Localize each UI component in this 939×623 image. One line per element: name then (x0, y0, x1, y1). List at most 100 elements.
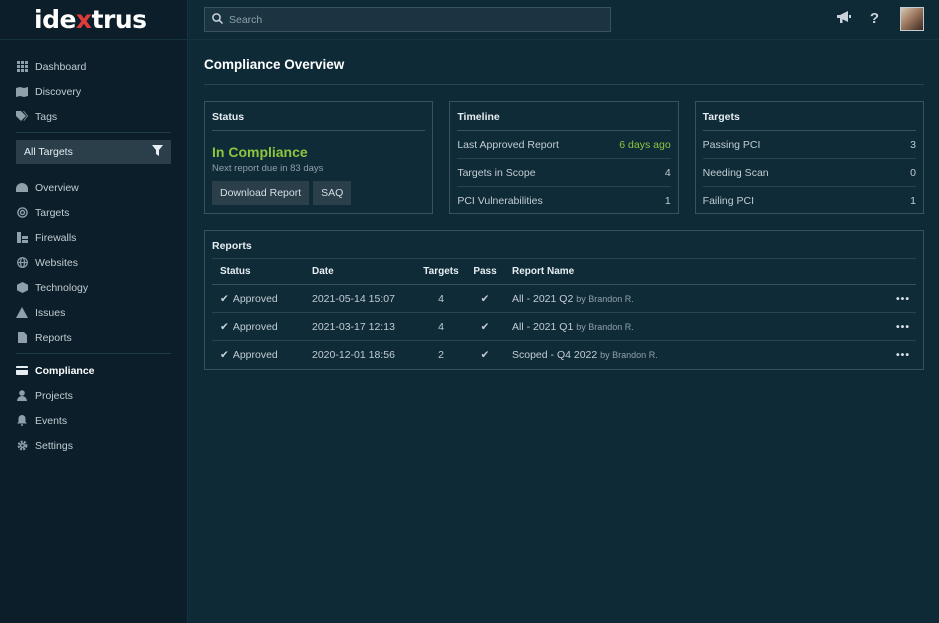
reports-table: Status Date Targets Pass Report Name ✔ Ap… (212, 258, 916, 369)
sidebar-item-tags[interactable]: Tags (0, 104, 187, 129)
sidebar-item-issues[interactable]: Issues (0, 300, 187, 325)
kv-label: Targets in Scope (457, 166, 536, 179)
download-report-button[interactable]: Download Report (212, 181, 310, 205)
more-icon[interactable]: ••• (886, 312, 916, 341)
card-title: Targets (702, 102, 916, 131)
target-filter-label: All Targets (24, 146, 73, 158)
column-header-status[interactable]: Status (212, 258, 304, 285)
sidebar-item-technology[interactable]: Technology (0, 275, 187, 300)
column-header-report-name[interactable]: Report Name (504, 258, 886, 285)
sidebar-item-reports[interactable]: Reports (0, 325, 187, 350)
report-name: Scoped - Q4 2022 (512, 348, 598, 361)
kv-value: 1 (664, 195, 671, 207)
kv-value: 3 (910, 138, 916, 151)
more-icon[interactable]: ••• (886, 341, 916, 369)
report-name-cell[interactable]: Scoped - Q4 2022 by Brandon R. (504, 341, 886, 369)
report-author: by Brandon R. (576, 293, 634, 304)
megaphone-icon[interactable] (837, 11, 851, 27)
table-row[interactable]: ✔ Approved 2020-12-01 18:56 2 ✔ Scoped - … (212, 341, 916, 369)
sidebar-item-overview[interactable]: Overview (0, 175, 187, 200)
user-icon (16, 390, 28, 402)
file-icon (16, 332, 28, 344)
target-icon (16, 207, 28, 219)
report-name-cell[interactable]: All - 2021 Q1 by Brandon R. (504, 312, 886, 341)
targets-cell: 4 (416, 312, 466, 341)
sidebar-item-label: Events (35, 414, 68, 427)
search-box[interactable] (204, 7, 611, 32)
kv-label: Last Approved Report (457, 138, 559, 151)
sidebar-item-label: Settings (35, 439, 73, 452)
sidebar-item-events[interactable]: Events (0, 408, 187, 433)
sidebar-item-dashboard[interactable]: Dashboard (0, 54, 187, 79)
status-cell: ✔ Approved (212, 341, 304, 369)
check-icon: ✔ (220, 292, 229, 305)
table-header-row: Status Date Targets Pass Report Name (212, 258, 916, 285)
date-cell: 2021-05-14 15:07 (304, 284, 416, 313)
sidebar-item-label: Reports (35, 331, 72, 344)
filter-icon (152, 145, 163, 159)
sidebar-item-firewalls[interactable]: Firewalls (0, 225, 187, 250)
status-cell: ✔ Approved (212, 284, 304, 313)
kv-label: Passing PCI (702, 138, 761, 151)
kv-row: Needing Scan 0 (702, 159, 916, 187)
sidebar-item-compliance[interactable]: Compliance (0, 358, 187, 383)
search-icon (212, 12, 224, 27)
sidebar-item-discovery[interactable]: Discovery (0, 79, 187, 104)
sidebar-divider (16, 353, 171, 354)
card-icon (16, 365, 28, 377)
gauge-icon (16, 182, 28, 194)
status-text: Approved (232, 292, 278, 305)
status-text: Approved (232, 348, 278, 361)
top-bar: ? (189, 0, 939, 40)
target-filter-select[interactable]: All Targets (16, 140, 171, 164)
column-header-targets[interactable]: Targets (416, 258, 466, 285)
table-row[interactable]: ✔ Approved 2021-03-17 12:13 4 ✔ All - 202… (212, 312, 916, 341)
check-icon: ✔ (480, 320, 490, 333)
kv-label: PCI Vulnerabilities (457, 195, 543, 207)
kv-value: 4 (664, 166, 671, 179)
card-title: Timeline (457, 102, 671, 131)
sidebar-item-label: Technology (35, 281, 89, 294)
sidebar-item-settings[interactable]: Settings (0, 433, 187, 458)
kv-row: PCI Vulnerabilities 1 (457, 187, 670, 215)
cube-icon (16, 282, 28, 294)
grid-icon (16, 61, 28, 73)
timeline-card: Timeline Last Approved Report 6 days ago… (449, 101, 679, 215)
bell-icon (16, 415, 28, 427)
date-cell: 2021-03-17 12:13 (304, 312, 416, 341)
card-title: Status (212, 102, 426, 131)
check-icon: ✔ (480, 348, 490, 361)
column-header-date[interactable]: Date (304, 258, 416, 285)
more-icon[interactable]: ••• (886, 284, 916, 313)
tags-icon (16, 111, 28, 123)
sidebar-item-targets[interactable]: Targets (0, 200, 187, 225)
table-row[interactable]: ✔ Approved 2021-05-14 15:07 4 ✔ All - 202… (212, 284, 916, 313)
column-header-pass[interactable]: Pass (466, 258, 504, 285)
logo[interactable]: idextrus (0, 0, 187, 40)
sidebar-item-label: Overview (35, 181, 79, 194)
status-card: Status In Compliance Next report due in … (204, 101, 434, 214)
saq-button[interactable]: SAQ (313, 181, 352, 205)
gear-icon (16, 440, 28, 452)
report-name: All - 2021 Q2 (512, 292, 574, 305)
avatar[interactable] (900, 7, 924, 31)
firewall-icon (16, 232, 28, 244)
kv-row: Last Approved Report 6 days ago (457, 131, 671, 159)
sidebar-item-label: Tags (35, 110, 58, 123)
search-input[interactable] (229, 13, 589, 26)
report-name-cell[interactable]: All - 2021 Q2 by Brandon R. (504, 284, 886, 313)
kv-row: Passing PCI 3 (702, 131, 916, 159)
kv-value: 6 days ago (619, 138, 671, 151)
status-cell: ✔ Approved (212, 312, 304, 341)
check-icon: ✔ (220, 320, 229, 333)
sidebar-item-label: Compliance (35, 364, 95, 377)
help-icon[interactable]: ? (870, 10, 879, 27)
kv-value: 1 (910, 195, 916, 207)
column-header-actions (886, 258, 916, 285)
check-icon: ✔ (480, 292, 490, 305)
sidebar-item-projects[interactable]: Projects (0, 383, 187, 408)
pass-cell: ✔ (466, 341, 504, 369)
sidebar-item-websites[interactable]: Websites (0, 250, 187, 275)
date-cell: 2020-12-01 18:56 (312, 348, 395, 361)
sidebar-divider (16, 132, 171, 133)
